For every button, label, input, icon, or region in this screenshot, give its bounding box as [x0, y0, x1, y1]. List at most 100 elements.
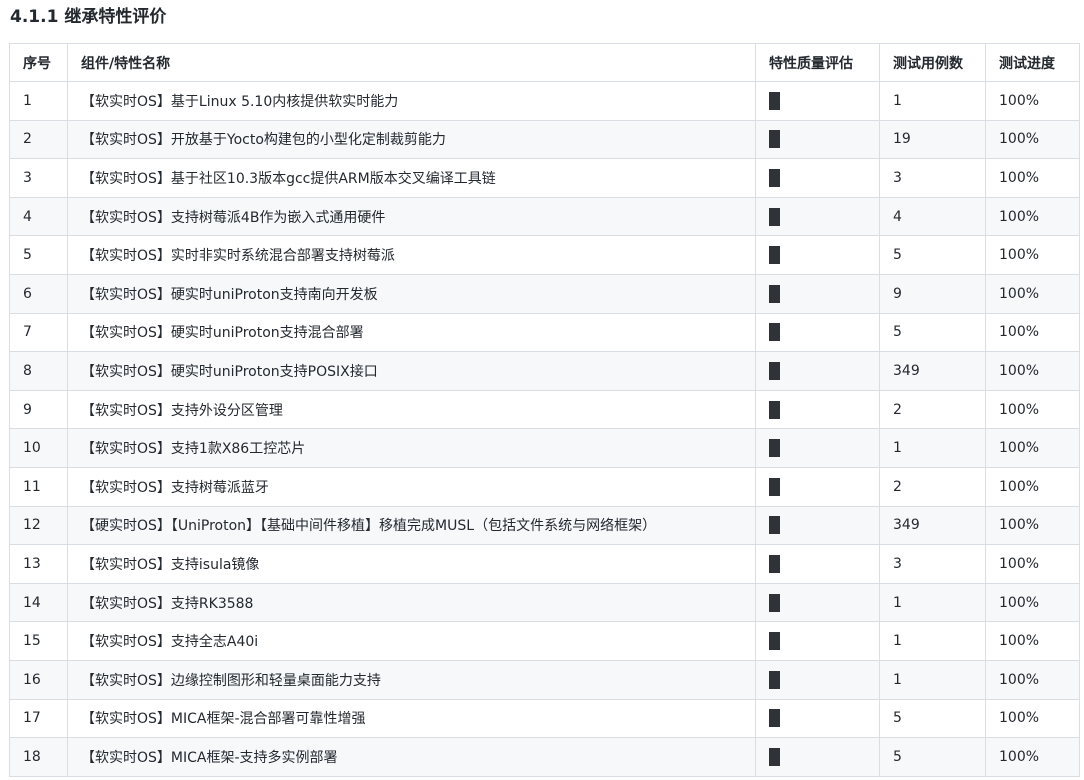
- cell-cases: 1: [879, 621, 986, 661]
- cell-quality: [755, 312, 880, 353]
- table-body: 1 【软实时OS】基于Linux 5.10内核提供软实时能力 1 100% 2 【软实时O…: [9, 81, 1080, 777]
- cell-cases: 1: [879, 81, 986, 121]
- cell-quality: [755, 119, 880, 160]
- cell-name: 【软实时OS】硬实时uniProton支持POSIX接口: [67, 351, 756, 391]
- cell-index: 16: [9, 659, 68, 700]
- cell-cases: 1: [879, 428, 986, 468]
- table-row: 4 【软实时OS】支持树莓派4B作为嵌入式通用硬件 4 100%: [9, 196, 1080, 237]
- cell-cases: 3: [879, 544, 986, 584]
- quality-indicator-icon: [769, 593, 780, 612]
- cell-progress: 100%: [985, 582, 1080, 623]
- table-row: 10 【软实时OS】支持1款X86工控芯片 1 100%: [9, 428, 1080, 468]
- quality-indicator-icon: [769, 168, 780, 187]
- cell-name: 【软实时OS】支持1款X86工控芯片: [67, 428, 756, 468]
- cell-name: 【软实时OS】支持树莓派4B作为嵌入式通用硬件: [67, 196, 756, 237]
- table-row: 16 【软实时OS】边缘控制图形和轻量桌面能力支持 1 100%: [9, 659, 1080, 700]
- quality-indicator-icon: [769, 554, 780, 573]
- cell-cases: 1: [879, 582, 986, 623]
- cell-name: 【软实时OS】基于Linux 5.10内核提供软实时能力: [67, 81, 756, 121]
- table-row: 7 【软实时OS】硬实时uniProton支持混合部署 5 100%: [9, 312, 1080, 353]
- cell-cases: 2: [879, 389, 986, 430]
- table-row: 14 【软实时OS】支持RK3588 1 100%: [9, 582, 1080, 623]
- table-row: 18 【软实时OS】MICA框架-支持多实例部署 5 100%: [9, 737, 1080, 777]
- cell-name: 【软实时OS】基于社区10.3版本gcc提供ARM版本交叉编译工具链: [67, 158, 756, 198]
- cell-cases: 5: [879, 235, 986, 275]
- cell-quality: [755, 544, 880, 584]
- quality-indicator-icon: [769, 516, 780, 535]
- quality-indicator-icon: [769, 91, 780, 110]
- cell-progress: 100%: [985, 81, 1080, 121]
- cell-index: 7: [9, 312, 68, 353]
- table-row: 2 【软实时OS】开放基于Yocto构建包的小型化定制裁剪能力 19 100%: [9, 119, 1080, 160]
- header-index: 序号: [9, 43, 68, 82]
- table-row: 12 【硬实时OS】【UniProton】【基础中间件移植】移植完成MUSL（包括…: [9, 505, 1080, 546]
- cell-name: 【软实时OS】实时非实时系统混合部署支持树莓派: [67, 235, 756, 275]
- header-name: 组件/特性名称: [67, 43, 756, 82]
- quality-indicator-icon: [769, 709, 780, 728]
- cell-cases: 19: [879, 119, 986, 160]
- cell-index: 1: [9, 81, 68, 121]
- cell-cases: 1: [879, 659, 986, 700]
- cell-progress: 100%: [985, 659, 1080, 700]
- section-title: 4.1.1 继承特性评价: [10, 7, 167, 27]
- cell-quality: [755, 351, 880, 391]
- cell-progress: 100%: [985, 119, 1080, 160]
- cell-quality: [755, 582, 880, 623]
- cell-name: 【软实时OS】支持树莓派蓝牙: [67, 466, 756, 507]
- cell-cases: 5: [879, 737, 986, 777]
- cell-index: 13: [9, 544, 68, 584]
- cell-index: 8: [9, 351, 68, 391]
- cell-name: 【软实时OS】支持RK3588: [67, 582, 756, 623]
- cell-name: 【软实时OS】硬实时uniProton支持南向开发板: [67, 273, 756, 314]
- cell-cases: 349: [879, 505, 986, 546]
- cell-quality: [755, 428, 880, 468]
- cell-quality: [755, 698, 880, 739]
- cell-progress: 100%: [985, 273, 1080, 314]
- cell-quality: [755, 235, 880, 275]
- cell-name: 【软实时OS】MICA框架-支持多实例部署: [67, 737, 756, 777]
- cell-progress: 100%: [985, 621, 1080, 661]
- table-row: 3 【软实时OS】基于社区10.3版本gcc提供ARM版本交叉编译工具链 3 100%: [9, 158, 1080, 198]
- table-row: 11 【软实时OS】支持树莓派蓝牙 2 100%: [9, 466, 1080, 507]
- cell-quality: [755, 466, 880, 507]
- cell-name: 【软实时OS】支持全志A40i: [67, 621, 756, 661]
- cell-progress: 100%: [985, 698, 1080, 739]
- quality-indicator-icon: [769, 323, 780, 342]
- cell-quality: [755, 389, 880, 430]
- cell-index: 18: [9, 737, 68, 777]
- cell-index: 4: [9, 196, 68, 237]
- cell-progress: 100%: [985, 351, 1080, 391]
- cell-name: 【软实时OS】开放基于Yocto构建包的小型化定制裁剪能力: [67, 119, 756, 160]
- cell-index: 11: [9, 466, 68, 507]
- cell-quality: [755, 81, 880, 121]
- cell-progress: 100%: [985, 466, 1080, 507]
- table-row: 5 【软实时OS】实时非实时系统混合部署支持树莓派 5 100%: [9, 235, 1080, 275]
- header-cases: 测试用例数: [879, 43, 986, 82]
- header-quality: 特性质量评估: [755, 43, 880, 82]
- table-row: 15 【软实时OS】支持全志A40i 1 100%: [9, 621, 1080, 661]
- cell-progress: 100%: [985, 196, 1080, 237]
- cell-quality: [755, 158, 880, 198]
- cell-index: 6: [9, 273, 68, 314]
- cell-cases: 2: [879, 466, 986, 507]
- cell-quality: [755, 273, 880, 314]
- cell-progress: 100%: [985, 737, 1080, 777]
- cell-index: 17: [9, 698, 68, 739]
- cell-name: 【软实时OS】支持isula镜像: [67, 544, 756, 584]
- cell-quality: [755, 621, 880, 661]
- quality-indicator-icon: [769, 747, 780, 766]
- cell-progress: 100%: [985, 389, 1080, 430]
- cell-cases: 4: [879, 196, 986, 237]
- cell-progress: 100%: [985, 158, 1080, 198]
- cell-name: 【软实时OS】MICA框架-混合部署可靠性增强: [67, 698, 756, 739]
- header-progress: 测试进度: [985, 43, 1080, 82]
- cell-progress: 100%: [985, 312, 1080, 353]
- table-row: 6 【软实时OS】硬实时uniProton支持南向开发板 9 100%: [9, 273, 1080, 314]
- quality-indicator-icon: [769, 207, 780, 226]
- table-header-row: 序号 组件/特性名称 特性质量评估 测试用例数 测试进度: [9, 43, 1080, 82]
- cell-index: 15: [9, 621, 68, 661]
- table-row: 1 【软实时OS】基于Linux 5.10内核提供软实时能力 1 100%: [9, 81, 1080, 121]
- quality-indicator-icon: [769, 439, 780, 458]
- quality-indicator-icon: [769, 670, 780, 689]
- quality-indicator-icon: [769, 284, 780, 303]
